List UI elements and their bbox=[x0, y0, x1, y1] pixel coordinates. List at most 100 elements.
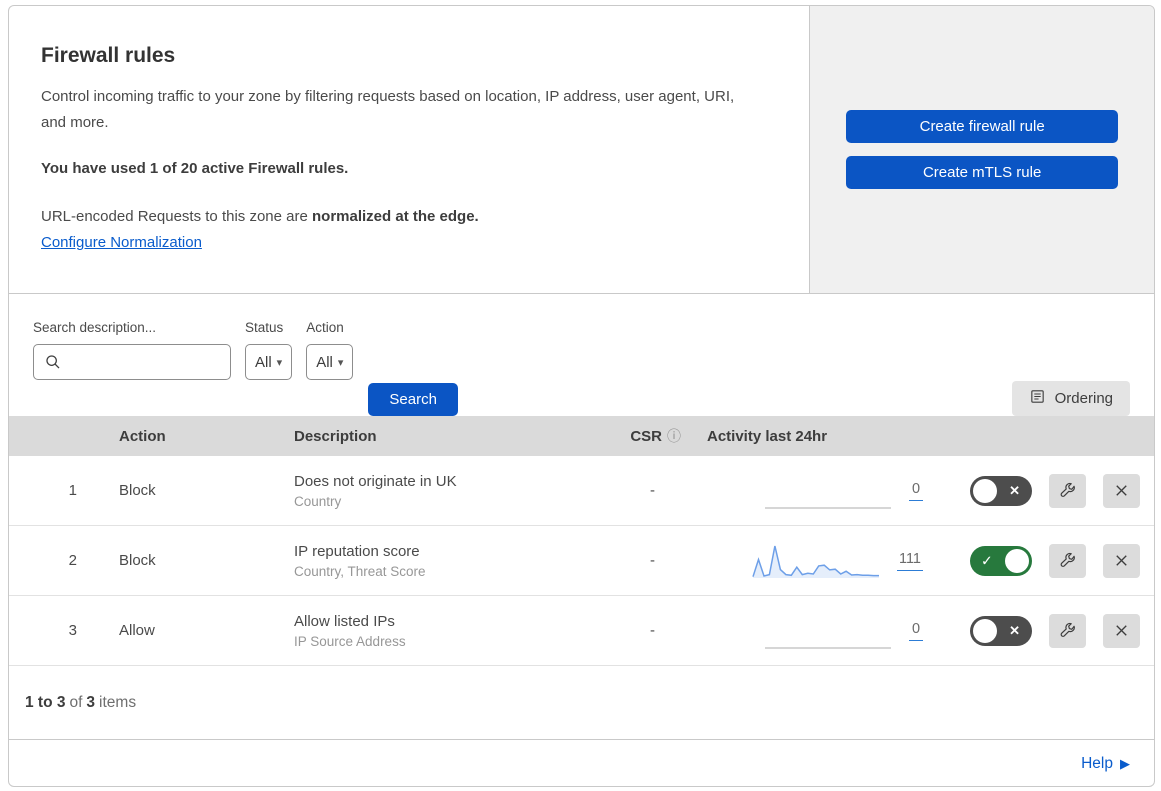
status-select[interactable]: All ▾ bbox=[245, 344, 293, 380]
search-group: Search description... bbox=[33, 320, 231, 380]
intro-card: Firewall rules Control incoming traffic … bbox=[9, 6, 811, 293]
toggle-knob bbox=[1005, 548, 1029, 573]
pagination-summary: 1 to 3 of 3 items bbox=[9, 666, 1154, 739]
toggle-knob bbox=[973, 618, 997, 643]
rule-controls: ✓ ✕ bbox=[929, 613, 1154, 648]
rule-enabled-toggle[interactable]: ✓ ✕ bbox=[970, 615, 1032, 646]
toggle-x-icon: ✕ bbox=[1009, 482, 1020, 498]
firewall-rules-page: Firewall rules Control incoming traffic … bbox=[8, 5, 1155, 787]
rule-description: Allow listed IPs bbox=[294, 612, 395, 630]
activity-sparkline bbox=[765, 646, 891, 649]
rule-activity-cell: 111 bbox=[689, 541, 929, 581]
items-total: 3 bbox=[86, 693, 96, 711]
delete-rule-button[interactable] bbox=[1103, 473, 1140, 508]
rule-fields: Country, Threat Score bbox=[294, 563, 426, 579]
create-mtls-rule-button[interactable]: Create mTLS rule bbox=[846, 156, 1118, 189]
rule-priority: 2 bbox=[68, 552, 77, 569]
rule-controls: ✓ ✕ bbox=[929, 543, 1154, 578]
ordering-button[interactable]: Ordering bbox=[1011, 381, 1130, 416]
activity-column-header: Activity last 24hr bbox=[707, 427, 828, 445]
table-row: 3 Allow Allow listed IPs IP Source Addre… bbox=[9, 596, 1154, 666]
rule-description-cell: Does not originate in UK Country bbox=[274, 473, 594, 509]
items-range: 1 to 3 bbox=[25, 693, 66, 711]
rule-priority: 1 bbox=[68, 482, 77, 499]
help-link[interactable]: Help ▶ bbox=[1081, 755, 1130, 773]
search-input[interactable] bbox=[33, 344, 231, 380]
page-description: Control incoming traffic to your zone by… bbox=[41, 88, 735, 131]
create-firewall-rule-button[interactable]: Create firewall rule bbox=[846, 110, 1118, 143]
rule-activity-cell: 0 bbox=[689, 611, 929, 651]
close-icon bbox=[1116, 485, 1127, 496]
configure-normalization-link[interactable]: Configure Normalization bbox=[41, 234, 202, 251]
search-button[interactable]: Search bbox=[368, 383, 458, 416]
close-icon bbox=[1116, 625, 1127, 636]
normalization-text: URL-encoded Requests to this zone are bbox=[41, 208, 308, 225]
rule-priority: 3 bbox=[68, 622, 77, 639]
wrench-icon bbox=[1060, 482, 1075, 497]
description-column-header: Description bbox=[294, 427, 377, 445]
normalization-note: URL-encoded Requests to this zone are no… bbox=[41, 205, 769, 229]
wrench-icon bbox=[1060, 552, 1075, 567]
info-icon[interactable]: ⓘ bbox=[667, 428, 681, 444]
action-column-header: Action bbox=[119, 427, 166, 445]
toggle-check-icon: ✓ bbox=[981, 552, 993, 568]
rule-enabled-toggle[interactable]: ✓ ✕ bbox=[970, 545, 1032, 576]
rule-action: Block bbox=[119, 482, 156, 499]
close-icon bbox=[1116, 555, 1127, 566]
usage-summary: You have used 1 of 20 active Firewall ru… bbox=[41, 160, 349, 177]
page-title: Firewall rules bbox=[41, 44, 176, 67]
list-document-icon bbox=[1029, 388, 1046, 409]
rule-description: IP reputation score bbox=[294, 542, 420, 560]
of-text: of bbox=[69, 693, 83, 711]
rule-enabled-toggle[interactable]: ✓ ✕ bbox=[970, 475, 1032, 506]
actions-panel: Create firewall rule Create mTLS rule bbox=[810, 6, 1154, 293]
table-row: 1 Block Does not originate in UK Country… bbox=[9, 456, 1154, 526]
rule-csr-value: - bbox=[650, 552, 655, 569]
status-filter-group: Status All ▾ bbox=[245, 320, 293, 380]
action-select[interactable]: All ▾ bbox=[306, 344, 354, 380]
rule-controls: ✓ ✕ bbox=[929, 473, 1154, 508]
wrench-icon bbox=[1060, 622, 1075, 637]
delete-rule-button[interactable] bbox=[1103, 613, 1140, 648]
toggle-knob bbox=[973, 478, 997, 503]
rule-csr-value: - bbox=[650, 482, 655, 499]
rule-action: Allow bbox=[119, 622, 155, 639]
csr-header-label: CSR bbox=[630, 428, 662, 445]
rule-activity-cell: 0 bbox=[689, 471, 929, 511]
table-row: 2 Block IP reputation score Country, Thr… bbox=[9, 526, 1154, 596]
help-row: Help ▶ bbox=[9, 739, 1154, 786]
items-text: items bbox=[99, 693, 137, 711]
edit-rule-button[interactable] bbox=[1049, 543, 1086, 578]
activity-count-link[interactable]: 0 bbox=[909, 481, 923, 501]
filter-bar: Search description... Status All ▾ Actio… bbox=[9, 294, 1154, 416]
status-selected-value: All bbox=[255, 353, 272, 371]
rule-description-cell: Allow listed IPs IP Source Address bbox=[274, 613, 594, 649]
delete-rule-button[interactable] bbox=[1103, 543, 1140, 578]
help-link-label: Help bbox=[1081, 754, 1113, 772]
rule-action: Block bbox=[119, 552, 156, 569]
search-field-wrap bbox=[33, 344, 231, 380]
activity-sparkline bbox=[765, 506, 891, 509]
normalization-bold-text: normalized at the edge. bbox=[312, 208, 479, 225]
help-arrow-icon: ▶ bbox=[1120, 755, 1130, 771]
activity-count-link[interactable]: 0 bbox=[909, 621, 923, 641]
table-header: Action Description CSR ⓘ Activity last 24… bbox=[9, 416, 1154, 456]
rule-description-cell: IP reputation score Country, Threat Scor… bbox=[274, 543, 594, 579]
ordering-button-label: Ordering bbox=[1054, 390, 1113, 407]
csr-column-header: CSR ⓘ bbox=[594, 426, 689, 446]
rule-fields: Country bbox=[294, 493, 342, 509]
chevron-down-icon: ▾ bbox=[337, 356, 344, 369]
rule-csr-value: - bbox=[650, 622, 655, 639]
activity-count-link[interactable]: 111 bbox=[896, 551, 923, 571]
action-filter-group: Action All ▾ bbox=[306, 320, 354, 380]
activity-sparkline bbox=[752, 545, 879, 578]
chevron-down-icon: ▾ bbox=[276, 356, 283, 369]
page-header-section: Firewall rules Control incoming traffic … bbox=[9, 6, 1154, 294]
toggle-x-icon: ✕ bbox=[1009, 622, 1020, 638]
edit-rule-button[interactable] bbox=[1049, 473, 1086, 508]
action-label: Action bbox=[306, 320, 344, 335]
rule-fields: IP Source Address bbox=[294, 633, 406, 649]
edit-rule-button[interactable] bbox=[1049, 613, 1086, 648]
status-label: Status bbox=[245, 320, 284, 335]
rule-description: Does not originate in UK bbox=[294, 472, 457, 490]
